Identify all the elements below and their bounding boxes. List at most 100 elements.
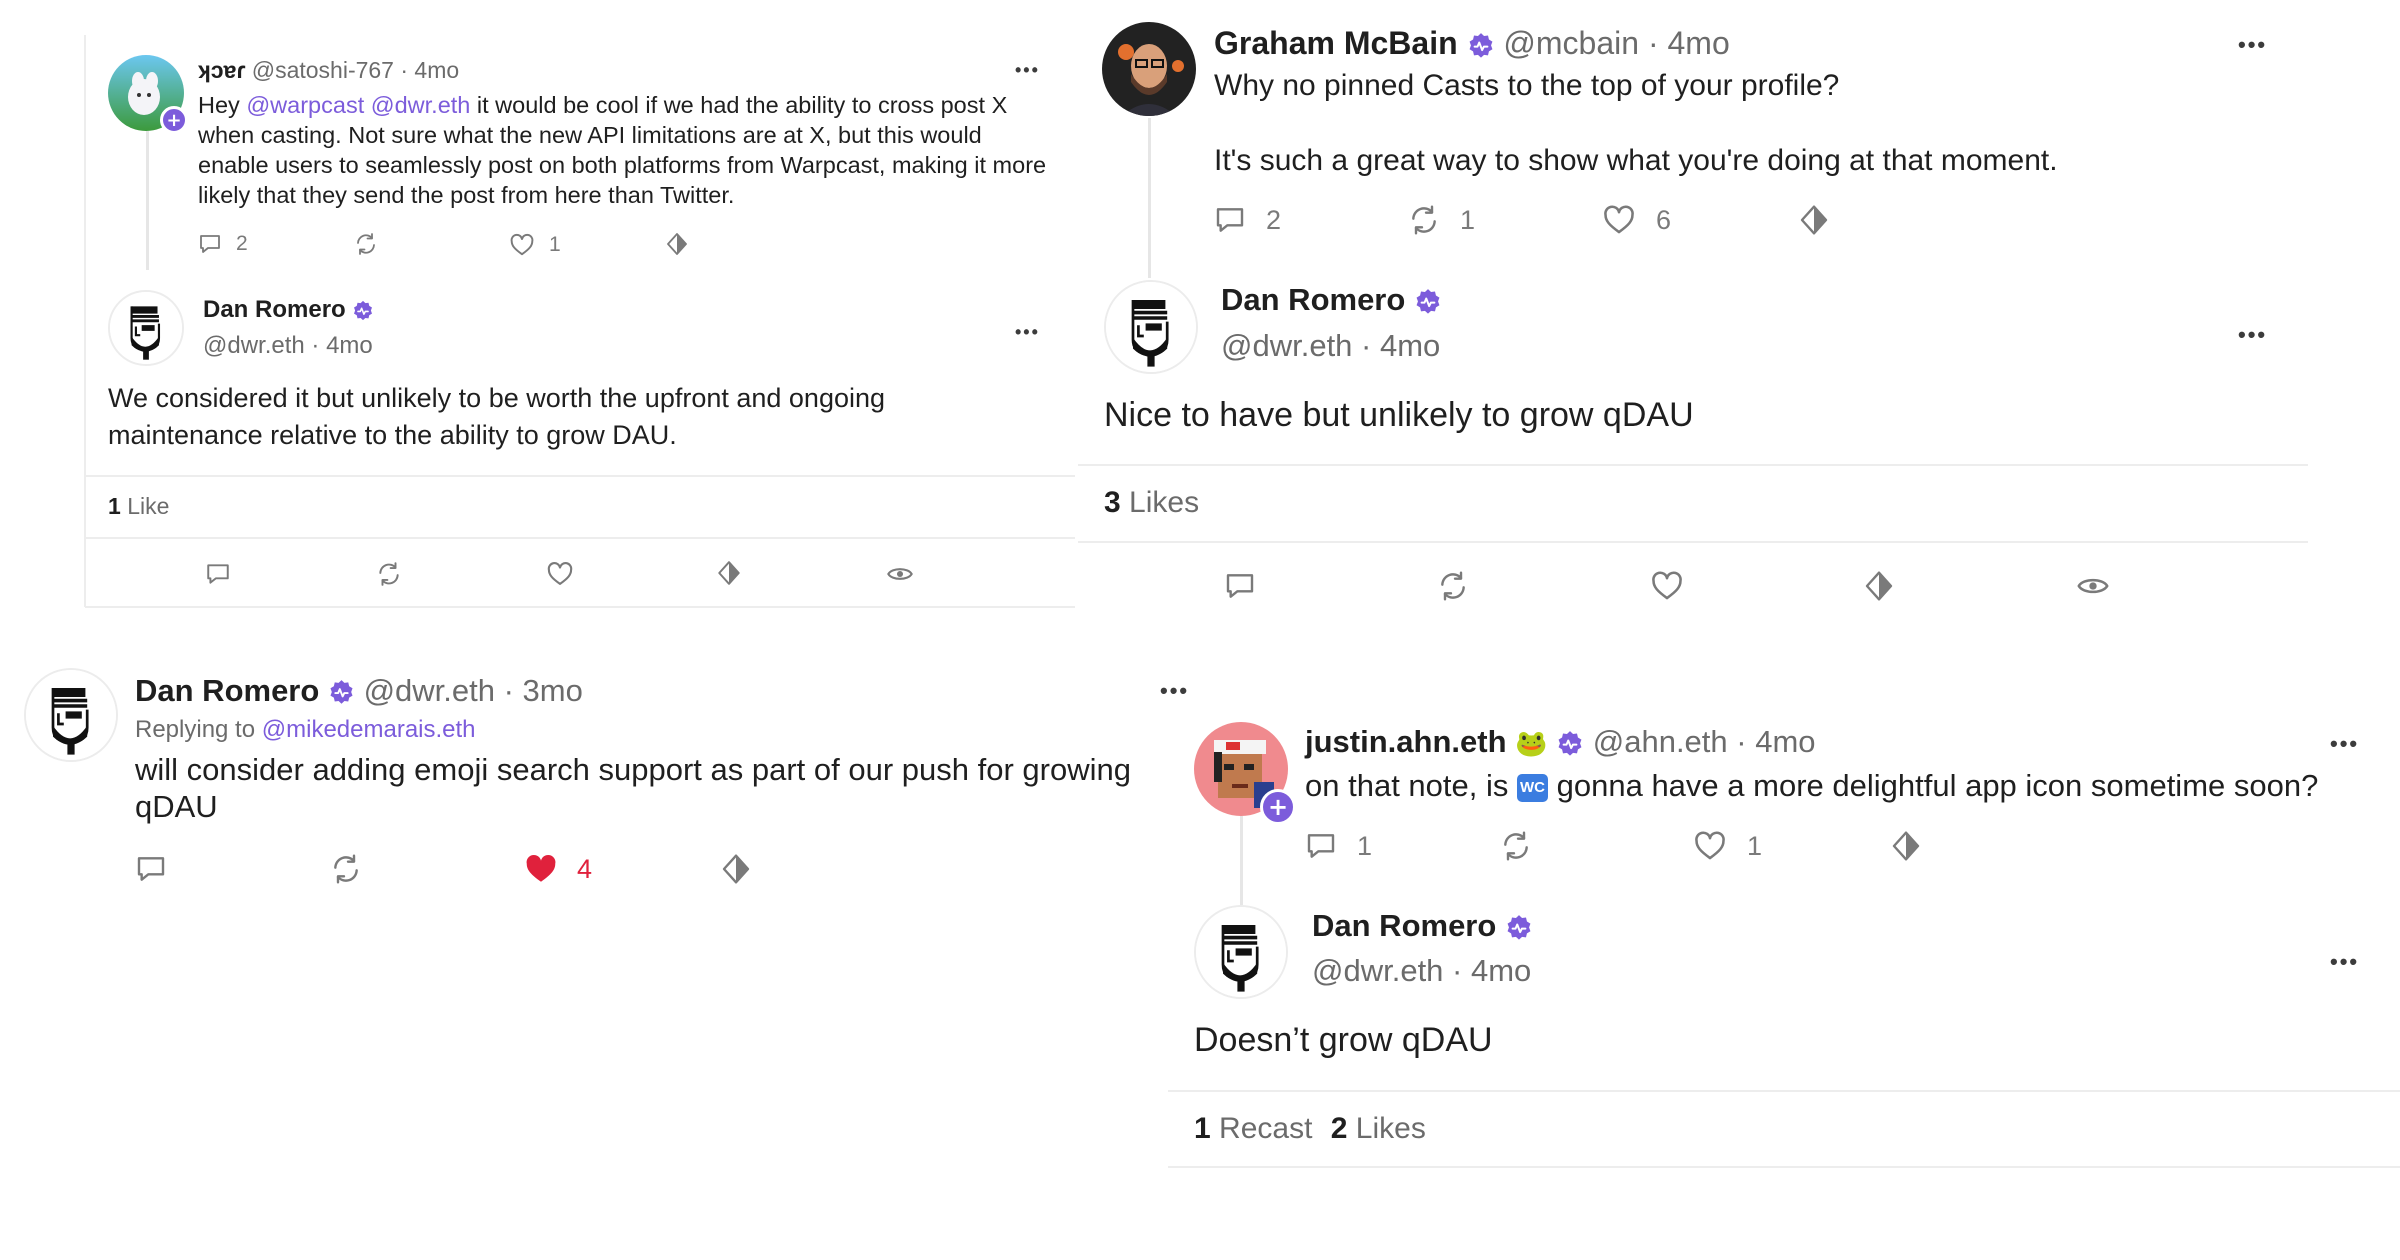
handle-time[interactable]: @dwr.eth · 4mo [203, 332, 373, 360]
verified-badge-icon [1505, 914, 1533, 942]
avatar-dan[interactable] [1104, 280, 1198, 374]
add-follow-badge[interactable]: + [160, 106, 188, 134]
more-icon[interactable]: ••• [1015, 322, 1040, 343]
recast-count[interactable]: 1 Recast [1194, 1112, 1312, 1145]
thread-line [1148, 118, 1151, 278]
display-name[interactable]: Dan Romero [1312, 908, 1496, 943]
like-button[interactable]: 6 [1602, 203, 1671, 237]
thread-line [146, 120, 149, 270]
tip-button[interactable] [1798, 204, 1830, 236]
recast-button[interactable] [376, 561, 402, 587]
verified-badge-icon [1414, 288, 1442, 316]
handle-time[interactable]: @dwr.eth · 4mo [1221, 328, 1440, 364]
views-button[interactable] [2076, 569, 2110, 603]
like-button[interactable] [546, 560, 574, 588]
tip-button[interactable] [665, 232, 689, 256]
cast-header: Dan Romero [1312, 908, 1533, 944]
verified-badge-icon [352, 300, 374, 322]
like-button[interactable] [1650, 569, 1684, 603]
cast-header: ʞɔɐɾ @satoshi-767 · 4mo [198, 57, 459, 84]
more-icon[interactable]: ••• [2238, 322, 2267, 348]
reply-button[interactable]: 1 [1305, 830, 1372, 862]
like-button-liked[interactable]: 4 [523, 851, 592, 887]
avatar-dan[interactable] [108, 290, 184, 366]
like-count[interactable]: 2 Likes [1331, 1112, 1426, 1145]
more-icon[interactable]: ••• [2238, 32, 2267, 58]
display-name[interactable]: Dan Romero [203, 296, 346, 323]
like-icon [1602, 203, 1636, 237]
cast-text: Nice to have but unlikely to grow qDAU [1104, 396, 1694, 434]
wc-emoji: WC [1517, 774, 1548, 802]
views-eye-icon [886, 560, 914, 588]
like-button[interactable]: 1 [509, 232, 561, 258]
views-button[interactable] [886, 560, 914, 588]
divider [1168, 1166, 2400, 1168]
mention-link[interactable]: @warpcast [246, 92, 364, 118]
recast-button[interactable] [330, 853, 362, 885]
reply-icon [205, 561, 231, 587]
avatar-dan[interactable] [24, 668, 118, 762]
like-icon [509, 232, 535, 258]
cast-header: Dan Romero [203, 296, 374, 324]
display-name[interactable]: justin.ahn.eth [1305, 724, 1507, 759]
more-icon[interactable]: ••• [2330, 731, 2359, 757]
tip-button[interactable] [716, 560, 742, 586]
display-name[interactable]: ʞɔɐɾ [198, 57, 245, 83]
frog-emoji: 🐸 [1515, 728, 1548, 758]
like-count[interactable]: 1 Like [108, 493, 169, 520]
reply-icon [135, 853, 167, 885]
reply-icon [1214, 204, 1246, 236]
cast-text-line: It's such a great way to show what you'r… [1214, 144, 2058, 177]
reply-button[interactable]: 2 [1214, 204, 1281, 236]
handle-time[interactable]: @ahn.eth · 4mo [1593, 724, 1816, 759]
recast-button[interactable] [1500, 830, 1532, 862]
thread-line [1240, 810, 1243, 905]
cast-header: Dan Romero @dwr.eth · 3mo [135, 673, 583, 709]
verified-badge-icon [328, 679, 355, 706]
like-button[interactable]: 1 [1693, 829, 1762, 863]
verified-badge-icon [1556, 730, 1584, 758]
tip-diamond-icon [665, 232, 689, 256]
tip-button[interactable] [1890, 830, 1922, 862]
more-icon[interactable]: ••• [1015, 60, 1040, 81]
display-name[interactable]: Dan Romero [135, 673, 319, 708]
divider [85, 475, 1075, 477]
reply-button[interactable]: 2 [198, 232, 248, 256]
tip-button[interactable] [1863, 570, 1895, 602]
divider [85, 606, 1075, 608]
handle[interactable]: @satoshi-767 [252, 57, 394, 83]
reply-icon [1305, 830, 1337, 862]
recast-icon [354, 232, 378, 256]
recast-button[interactable] [1437, 570, 1469, 602]
add-follow-badge[interactable]: + [1260, 789, 1296, 825]
recast-icon [376, 561, 402, 587]
handle-time[interactable]: @dwr.eth · 4mo [1312, 953, 1531, 989]
mention-link[interactable]: @mikedemarais.eth [262, 716, 476, 743]
display-name[interactable]: Dan Romero [1221, 282, 1405, 317]
mention-link[interactable]: @dwr.eth [371, 92, 471, 118]
cast-text-line: Why no pinned Casts to the top of your p… [1214, 69, 1840, 102]
avatar-dan[interactable] [1194, 905, 1288, 999]
recast-button[interactable]: 1 [1408, 204, 1475, 236]
more-icon[interactable]: ••• [1160, 678, 1189, 704]
tip-button[interactable] [720, 853, 752, 885]
reply-button[interactable] [135, 853, 167, 885]
views-eye-icon [2076, 569, 2110, 603]
avatar-graham[interactable] [1102, 22, 1196, 116]
recast-button[interactable] [354, 232, 378, 256]
display-name[interactable]: Graham McBain [1214, 25, 1458, 61]
reply-button[interactable] [205, 561, 231, 587]
panel-border [84, 35, 86, 607]
handle-time[interactable]: @mcbain · 4mo [1503, 25, 1729, 61]
more-icon[interactable]: ••• [2330, 949, 2359, 975]
reply-icon [198, 232, 222, 256]
reply-button[interactable] [1224, 570, 1256, 602]
reply-icon [1224, 570, 1256, 602]
handle-time[interactable]: @dwr.eth · 3mo [364, 673, 583, 708]
like-icon [523, 851, 559, 887]
cast-header: Graham McBain @mcbain · 4mo [1214, 25, 1730, 62]
divider [1168, 1090, 2400, 1092]
recast-icon [1500, 830, 1532, 862]
cast-header: justin.ahn.eth 🐸 @ahn.eth · 4mo [1305, 724, 1816, 760]
like-count[interactable]: 3 Likes [1104, 486, 1199, 520]
